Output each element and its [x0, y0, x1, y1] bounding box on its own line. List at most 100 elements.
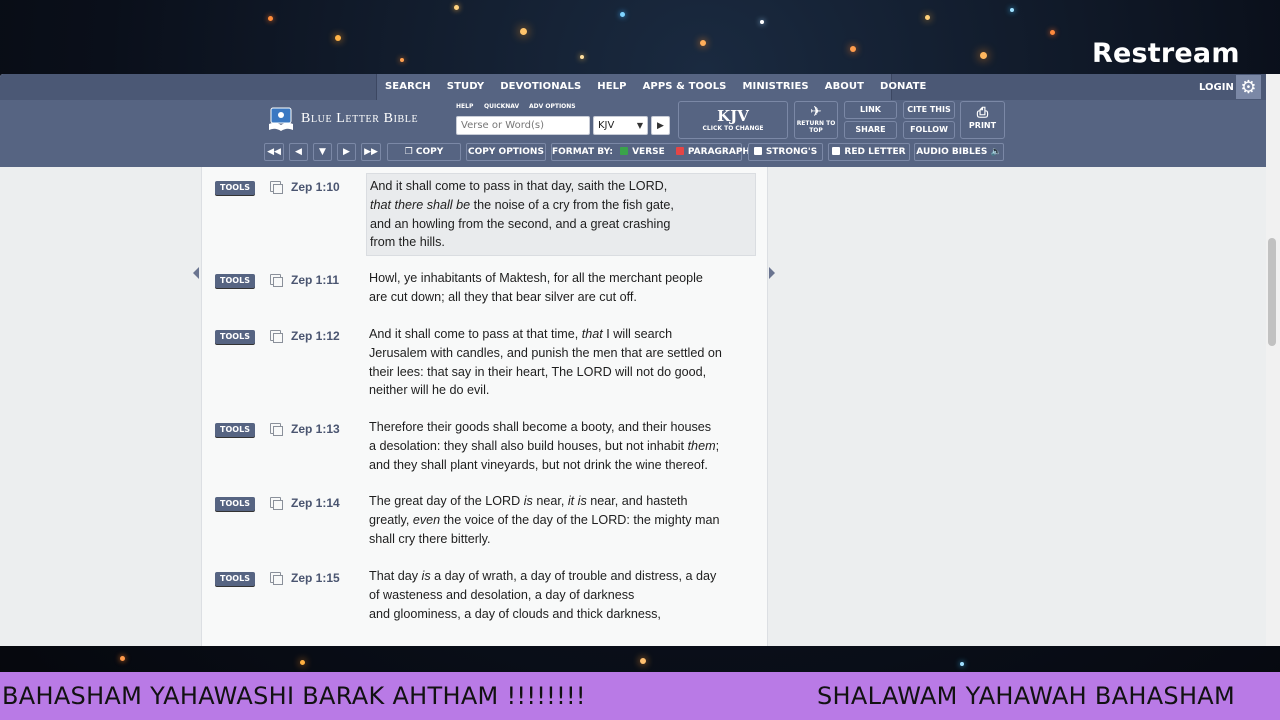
format-by-control: FORMAT BY: VERSE PARAGRAPH — [551, 143, 750, 161]
verse-text: The great day of the LORD is near, it is… — [369, 494, 720, 546]
nav-study[interactable]: STUDY — [439, 74, 492, 100]
main-menu: SEARCH STUDY DEVOTIONALS HELP APPS & TOO… — [376, 74, 926, 100]
paragraph-checkbox[interactable] — [675, 147, 684, 155]
verse-checkbox[interactable] — [620, 147, 629, 155]
follow-button[interactable]: FOLLOW — [903, 121, 955, 139]
version-select[interactable]: KJV ▼ — [593, 116, 648, 135]
change-version-button[interactable]: KJV CLICK TO CHANGE — [678, 101, 788, 139]
share-button[interactable]: SHARE — [844, 121, 897, 139]
verse-ref[interactable]: Zep 1:11 — [291, 273, 339, 287]
top-navigation: SEARCH STUDY DEVOTIONALS HELP APPS & TOO… — [0, 74, 1280, 100]
plane-icon: ✈ — [810, 104, 822, 120]
printer-icon: ⎙ — [976, 105, 989, 121]
copy-icon: ❐ — [404, 147, 416, 157]
tools-button[interactable]: TOOLS — [215, 423, 255, 437]
verse-text: Howl, ye inhabitants of Maktesh, for all… — [369, 271, 703, 304]
verse-ref[interactable]: Zep 1:13 — [291, 422, 340, 436]
quicknav-link[interactable]: QUICKNAV — [484, 103, 519, 110]
audio-bibles-button[interactable]: AUDIO BIBLES 🔈 — [914, 143, 1004, 161]
return-to-top-button[interactable]: ✈ RETURN TO TOP — [794, 101, 838, 139]
copy-icon[interactable] — [270, 572, 283, 585]
tools-button[interactable]: TOOLS — [215, 497, 255, 511]
red-letter-toggle[interactable]: RED LETTER — [828, 143, 910, 161]
speaker-icon: 🔈 — [987, 147, 1002, 157]
tools-button[interactable]: TOOLS — [215, 181, 255, 195]
version-sub-label: CLICK TO CHANGE — [702, 125, 764, 132]
verse-text: That day is a day of wrath, a day of tro… — [369, 569, 717, 621]
settings-button[interactable]: ⚙ — [1236, 75, 1261, 99]
page-scrollbar[interactable] — [1266, 74, 1280, 646]
tools-button[interactable]: TOOLS — [215, 330, 255, 344]
strongs-toggle[interactable]: STRONG'S — [748, 143, 823, 161]
restream-logo: Restream — [1092, 38, 1240, 69]
nav-about[interactable]: ABOUT — [817, 74, 872, 100]
verse-list: TOOLS Zep 1:10 And it shall come to pass… — [201, 167, 768, 646]
ticker-text-left: BAHASHAM YAHAWASHI BARAK AHTHAM !!!!!!!! — [2, 682, 586, 710]
bible-logo-icon[interactable] — [268, 106, 294, 132]
site-brand[interactable]: Blue Letter Bible — [301, 111, 418, 127]
adv-options-link[interactable]: ADV OPTIONS — [529, 103, 576, 110]
chapter-list-button[interactable]: ▼ — [313, 143, 332, 161]
login-link[interactable]: LOGIN — [1199, 82, 1234, 93]
strongs-checkbox[interactable] — [753, 147, 762, 155]
nav-donate[interactable]: DONATE — [872, 74, 934, 100]
verse-label: VERSE — [632, 147, 665, 157]
copy-options-button[interactable]: COPY OPTIONS — [466, 143, 546, 161]
verse-text: And it shall come to pass in that day, s… — [366, 173, 756, 257]
red-letter-checkbox[interactable] — [832, 147, 841, 155]
copy-icon[interactable] — [270, 274, 283, 287]
verse-ref[interactable]: Zep 1:12 — [291, 329, 340, 343]
print-button[interactable]: ⎙ PRINT — [960, 101, 1005, 139]
first-chapter-button[interactable]: ◀◀ — [264, 143, 284, 161]
collapse-left-icon[interactable] — [193, 267, 199, 279]
help-link[interactable]: HELP — [456, 103, 473, 110]
nav-help[interactable]: HELP — [589, 74, 634, 100]
chevron-down-icon: ▼ — [319, 147, 326, 157]
return-to-top-label: RETURN TO TOP — [796, 120, 836, 134]
paragraph-label: PARAGRAPH — [687, 147, 750, 157]
copy-icon[interactable] — [270, 181, 283, 194]
nav-search[interactable]: SEARCH — [377, 74, 439, 100]
copy-icon[interactable] — [270, 423, 283, 436]
bible-toolbar: Blue Letter Bible HELP QUICKNAV ADV OPTI… — [0, 100, 1280, 167]
expand-right-icon[interactable] — [769, 267, 775, 279]
strongs-label: STRONG'S — [765, 147, 818, 157]
verse-format-option[interactable]: VERSE — [616, 147, 665, 157]
tools-button[interactable]: TOOLS — [215, 274, 255, 288]
verse-ref[interactable]: Zep 1:10 — [291, 180, 340, 194]
search-input[interactable]: Verse or Word(s) — [456, 116, 590, 135]
cite-button[interactable]: CITE THIS — [903, 101, 955, 119]
chevron-down-icon: ▼ — [636, 121, 643, 130]
chevron-left-icon: ◀ — [295, 147, 302, 157]
last-chapter-button[interactable]: ▶▶ — [361, 143, 381, 161]
browser-window: SEARCH STUDY DEVOTIONALS HELP APPS & TOO… — [0, 74, 1280, 646]
link-button[interactable]: LINK — [844, 101, 897, 119]
next-chapter-button[interactable]: ▶ — [337, 143, 356, 161]
verse-text: And it shall come to pass at that time, … — [369, 327, 722, 398]
ticker-text-right: SHALAWAM YAHAWAH BAHASHAM — [817, 682, 1236, 710]
play-icon: ▶ — [657, 120, 664, 130]
copy-icon[interactable] — [270, 497, 283, 510]
previous-chapter-button[interactable]: ◀ — [289, 143, 308, 161]
gear-icon: ⚙ — [1240, 77, 1257, 97]
search-go-button[interactable]: ▶ — [651, 116, 670, 135]
version-select-value: KJV — [598, 120, 615, 131]
copy-icon[interactable] — [270, 330, 283, 343]
nav-devotionals[interactable]: DEVOTIONALS — [492, 74, 589, 100]
scrollbar-thumb[interactable] — [1268, 238, 1276, 346]
verse-ref[interactable]: Zep 1:15 — [291, 571, 340, 585]
tools-button[interactable]: TOOLS — [215, 572, 255, 586]
version-label: KJV — [717, 107, 749, 125]
chevron-right-icon: ▶ — [343, 147, 350, 157]
verse-text: Therefore their goods shall become a boo… — [369, 420, 720, 472]
nav-apps-tools[interactable]: APPS & TOOLS — [635, 74, 735, 100]
nav-ministries[interactable]: MINISTRIES — [734, 74, 816, 100]
print-label: PRINT — [968, 121, 997, 130]
verse-ref[interactable]: Zep 1:14 — [291, 496, 340, 510]
paragraph-format-option[interactable]: PARAGRAPH — [668, 147, 750, 157]
red-letter-label: RED LETTER — [844, 147, 906, 157]
copy-label: COPY — [415, 147, 444, 157]
copy-button[interactable]: ❐ COPY — [387, 143, 461, 161]
format-by-label: FORMAT BY: — [552, 147, 613, 157]
ticker-banner: BAHASHAM YAHAWASHI BARAK AHTHAM !!!!!!!!… — [0, 672, 1280, 720]
